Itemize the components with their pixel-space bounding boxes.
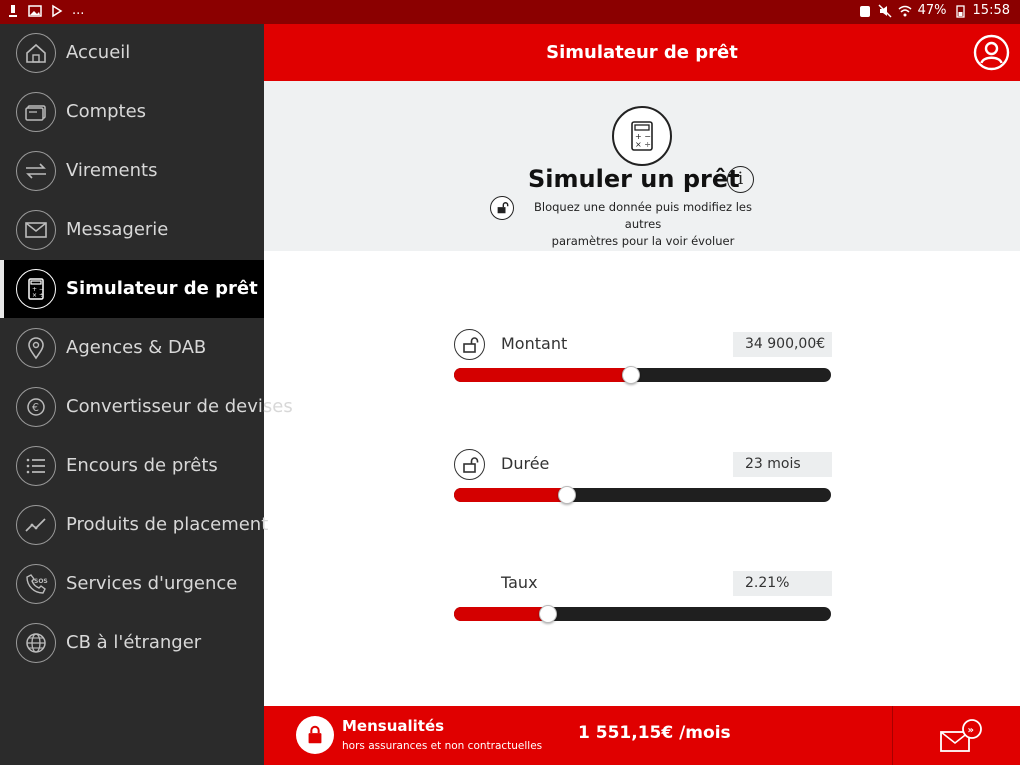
calculator-icon: + − × ÷ <box>16 269 56 309</box>
mensualites-sublabel: hors assurances et non contractuelles <box>342 740 543 752</box>
chart-line-icon <box>16 505 56 545</box>
slider-fill <box>454 368 631 382</box>
slider-thumb[interactable] <box>539 605 557 623</box>
download-icon <box>50 4 64 18</box>
svg-text:»: » <box>968 725 974 736</box>
slider-label: Durée <box>501 454 550 473</box>
envelope-icon <box>16 210 56 250</box>
slider-duree: Durée 23 mois <box>454 449 832 509</box>
instructions-text: Bloquez une donnée puis modifiez les aut… <box>518 199 768 250</box>
location-pin-icon <box>16 328 56 368</box>
slider-track[interactable] <box>454 366 831 384</box>
sidebar-item-simulateur[interactable]: + − × ÷ Simulateur de prêt <box>0 260 264 318</box>
status-bar: ... 47% 15:58 <box>0 0 1020 24</box>
sidebar-item-label: Simulateur de prêt <box>66 278 258 299</box>
battery-icon <box>953 4 967 18</box>
svg-text:€: € <box>32 401 39 414</box>
instructions-line-2: paramètres pour la voir évoluer <box>551 234 735 248</box>
sidebar-item-produits[interactable]: Produits de placement <box>0 496 268 554</box>
sidebar-item-label: Services d'urgence <box>66 573 238 594</box>
taux-value-field[interactable]: 2.21% <box>733 571 832 596</box>
slider-fill <box>454 607 548 621</box>
battery-level: 47% <box>917 3 947 18</box>
sidebar-item-urgence[interactable]: SOS Services d'urgence <box>0 555 264 613</box>
image-icon <box>28 4 42 18</box>
sidebar-item-convertisseur[interactable]: € Convertisseur de devises <box>0 378 293 436</box>
slider-thumb[interactable] <box>622 366 640 384</box>
lock-icon[interactable] <box>296 716 334 754</box>
sidebar-item-virements[interactable]: Virements <box>0 142 264 200</box>
info-icon[interactable]: i <box>727 166 754 193</box>
slider-track[interactable] <box>454 486 831 504</box>
sidebar-item-cb-etranger[interactable]: CB à l'étranger <box>0 614 264 672</box>
globe-icon <box>16 623 56 663</box>
slider-montant: Montant 34 900,00€ <box>454 329 832 389</box>
svg-text:× ÷: × ÷ <box>32 292 44 299</box>
page-title: Simulateur de prêt <box>546 42 738 63</box>
alarm-icon <box>858 4 872 18</box>
mute-icon <box>878 3 892 18</box>
slider-taux: Taux 2.21% <box>454 568 832 628</box>
sidebar-item-label: Messagerie <box>66 219 169 240</box>
duree-value-field[interactable]: 23 mois <box>733 452 832 477</box>
svg-text:× ÷: × ÷ <box>635 140 651 149</box>
instructions-line-1: Bloquez une donnée puis modifiez les aut… <box>534 200 752 231</box>
lock-toggle-duree[interactable] <box>454 449 485 480</box>
top-bar: Simulateur de prêt <box>264 24 1020 81</box>
sidebar-item-label: CB à l'étranger <box>66 632 202 653</box>
monthly-amount: 1 551,15€ /mois <box>578 723 731 743</box>
sidebar-item-label: Agences & DAB <box>66 337 207 358</box>
sidebar-item-comptes[interactable]: Comptes <box>0 83 264 141</box>
intro-panel: + − × ÷ Simuler un prêt i Bloquez une don… <box>264 81 1020 251</box>
divider <box>892 706 893 765</box>
slider-label: Taux <box>501 573 538 592</box>
sidebar-item-label: Comptes <box>66 101 147 122</box>
sidebar-item-label: Produits de placement <box>66 514 269 535</box>
euro-exchange-icon: € <box>16 387 56 427</box>
sidebar-item-label: Accueil <box>66 42 131 63</box>
sidebar-item-label: Virements <box>66 160 158 181</box>
slider-label: Montant <box>501 334 568 353</box>
sidebar-item-label: Convertisseur de devises <box>66 396 293 417</box>
clock: 15:58 <box>972 3 1010 18</box>
mensualites-label: Mensualités <box>342 717 445 735</box>
wifi-icon <box>898 4 912 18</box>
slider-fill <box>454 488 567 502</box>
slider-track[interactable] <box>454 605 831 623</box>
sidebar-item-accueil[interactable]: Accueil <box>0 24 264 82</box>
user-account-icon[interactable] <box>973 34 1010 71</box>
transfer-arrows-icon <box>16 151 56 191</box>
svg-text:SOS: SOS <box>34 578 48 585</box>
sidebar-item-agences[interactable]: Agences & DAB <box>0 319 264 377</box>
home-icon <box>16 33 56 73</box>
monthly-payment-bar: Mensualités hors assurances et non contr… <box>264 706 1020 765</box>
send-mail-icon[interactable]: » <box>939 718 985 756</box>
montant-value-field[interactable]: 34 900,00€ <box>733 332 832 357</box>
sidebar-item-label: Encours de prêts <box>66 455 218 476</box>
sos-phone-icon: SOS <box>16 564 56 604</box>
list-icon <box>16 446 56 486</box>
notification-icon <box>6 4 20 18</box>
sidebar-item-messagerie[interactable]: Messagerie <box>0 201 264 259</box>
simulator-heading: Simuler un prêt <box>528 165 740 193</box>
more-notifications: ... <box>72 3 85 18</box>
card-icon <box>16 92 56 132</box>
sidebar: Accueil Comptes Virements Messagerie + −… <box>0 24 293 765</box>
calculator-icon: + − × ÷ <box>612 106 672 166</box>
lock-toggle-montant[interactable] <box>454 329 485 360</box>
slider-thumb[interactable] <box>558 486 576 504</box>
sidebar-item-encours[interactable]: Encours de prêts <box>0 437 264 495</box>
unlock-icon <box>490 196 514 220</box>
